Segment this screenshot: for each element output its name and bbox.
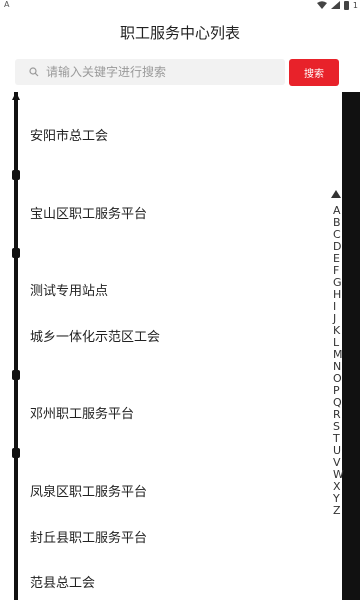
service-center-list: 安阳市总工会 宝山区职工服务平台 测试专用站点 城乡一体化示范区工会 邓州职工服… <box>30 0 320 600</box>
signal-icon <box>330 1 340 9</box>
scroll-marker <box>12 92 20 100</box>
left-scroll-bar[interactable] <box>12 92 20 600</box>
status-icons: 1 <box>316 0 358 10</box>
scroll-marker <box>12 170 20 180</box>
battery-icon <box>343 0 349 10</box>
status-notification: A <box>4 0 10 9</box>
list-item[interactable]: 范县总工会 <box>30 572 95 591</box>
list-item[interactable]: 凤泉区职工服务平台 <box>30 481 147 500</box>
status-text: 1 <box>352 0 358 10</box>
scroll-marker <box>12 448 20 458</box>
list-item[interactable]: 城乡一体化示范区工会 <box>30 326 160 345</box>
list-item[interactable]: 测试专用站点 <box>30 280 108 299</box>
triangle-up-icon[interactable] <box>331 190 341 198</box>
list-item[interactable]: 封丘县职工服务平台 <box>30 527 147 546</box>
scroll-marker <box>12 248 20 258</box>
scroll-marker <box>12 370 20 380</box>
list-item[interactable]: 宝山区职工服务平台 <box>30 203 147 222</box>
index-letter[interactable]: Z <box>333 505 345 517</box>
list-item[interactable]: 安阳市总工会 <box>30 125 108 144</box>
list-item[interactable]: 邓州职工服务平台 <box>30 403 134 422</box>
